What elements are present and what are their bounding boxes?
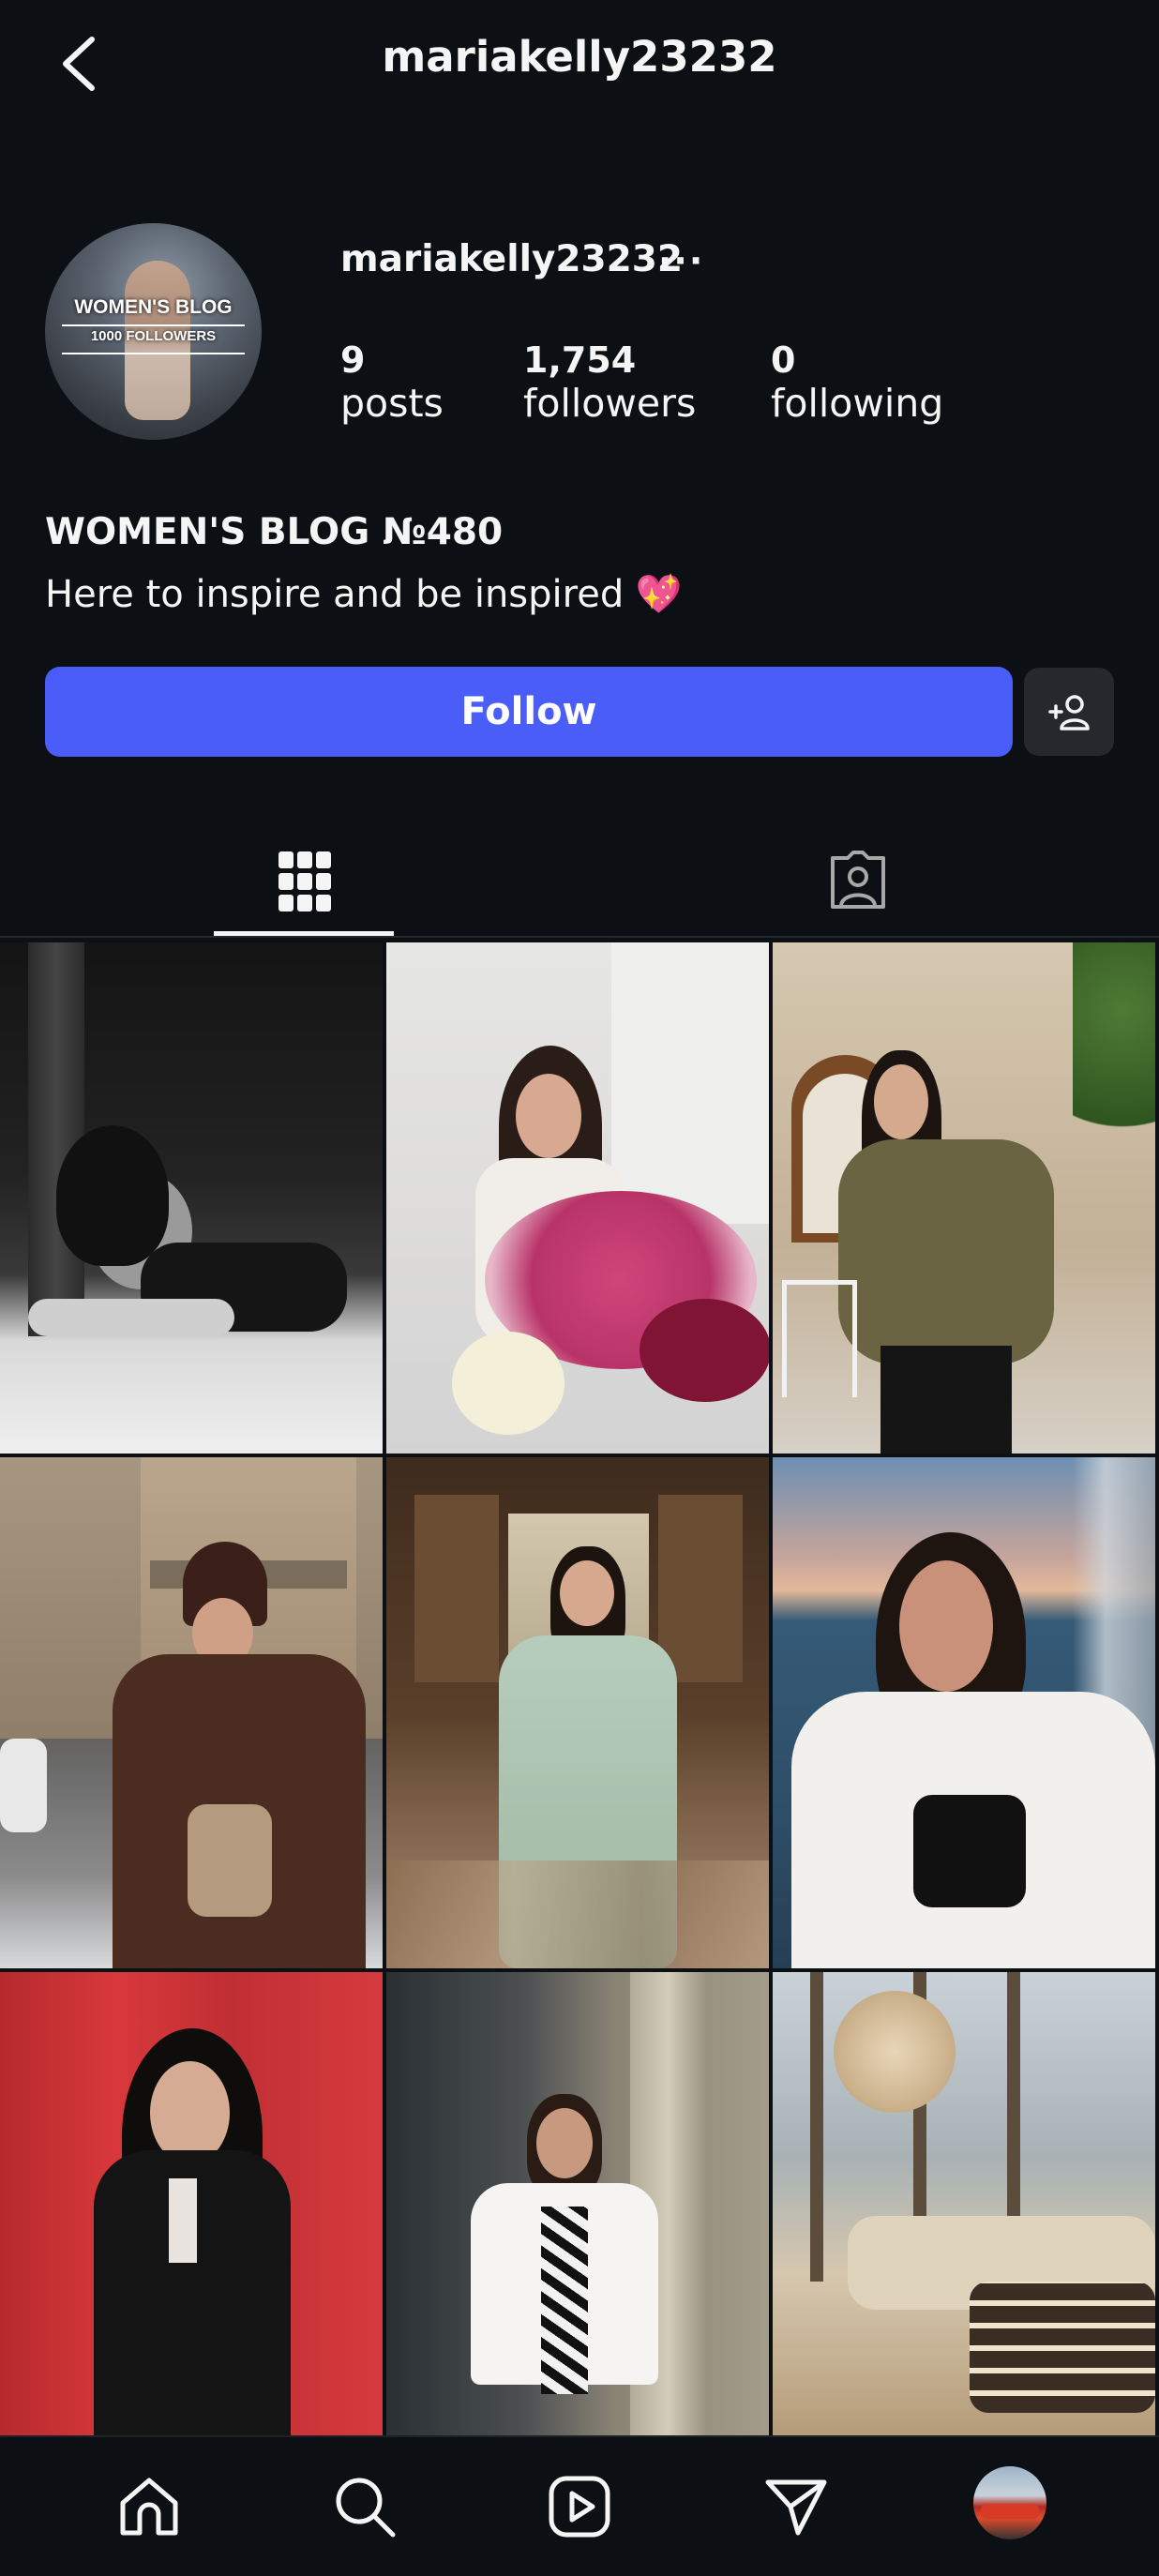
stat-followers[interactable]: 1,754 followers [523, 339, 696, 426]
stat-followers-label: followers [523, 381, 697, 426]
post-thumbnail[interactable] [386, 1457, 769, 1968]
nav-home-button[interactable] [109, 2466, 189, 2547]
nav-reels-button[interactable] [539, 2466, 620, 2547]
post-thumbnail[interactable] [773, 1972, 1155, 2483]
stat-following-count: 0 [771, 339, 796, 381]
post-thumbnail[interactable] [773, 942, 1155, 1454]
stat-posts: 9 posts [340, 339, 444, 426]
direct-message-icon [765, 2479, 827, 2536]
home-icon [120, 2478, 178, 2536]
tabs-divider [0, 936, 1159, 938]
profile-username: mariakelly23232 [340, 238, 684, 280]
page-title: mariakelly23232 [382, 32, 777, 82]
stat-following[interactable]: 0 following [771, 339, 943, 426]
post-thumbnail[interactable] [386, 1972, 769, 2483]
avatar-divider [62, 324, 245, 326]
grid-icon [278, 851, 331, 911]
nav-profile-avatar[interactable] [973, 2466, 1046, 2539]
post-thumbnail[interactable] [386, 942, 769, 1454]
stat-following-label: following [771, 381, 944, 426]
follow-button[interactable]: Follow [45, 667, 1013, 757]
reels-icon [549, 2476, 610, 2538]
stat-posts-count: 9 [340, 339, 366, 381]
stat-followers-count: 1,754 [523, 339, 637, 381]
post-thumbnail[interactable] [0, 1972, 383, 2483]
tagged-person-icon [831, 851, 885, 909]
avatar-car-shape [981, 2504, 1039, 2519]
tab-posts-grid[interactable] [15, 825, 595, 938]
stat-posts-label: posts [340, 381, 444, 426]
search-icon [336, 2478, 396, 2538]
post-thumbnail[interactable] [773, 1457, 1155, 1968]
bio-text: Here to inspire and be inspired 💖 [45, 573, 683, 616]
add-person-icon [1048, 695, 1090, 731]
nav-search-button[interactable] [324, 2466, 405, 2547]
avatar-text-title: WOMEN'S BLOG [74, 296, 233, 318]
post-thumbnail[interactable] [0, 942, 383, 1454]
tab-tagged[interactable] [568, 825, 1148, 938]
more-options-button[interactable]: ··· [658, 240, 704, 281]
avatar-text-followers: 1000 FOLLOWERS [90, 328, 217, 344]
nav-messages-button[interactable] [756, 2466, 836, 2547]
bio-name: WOMEN'S BLOG №480 [45, 511, 504, 553]
post-thumbnail[interactable] [0, 1457, 383, 1968]
profile-avatar[interactable]: WOMEN'S BLOG 1000 FOLLOWERS [45, 223, 262, 440]
avatar-divider [62, 353, 245, 354]
active-tab-indicator [214, 931, 394, 936]
suggested-users-button[interactable] [1024, 668, 1114, 756]
